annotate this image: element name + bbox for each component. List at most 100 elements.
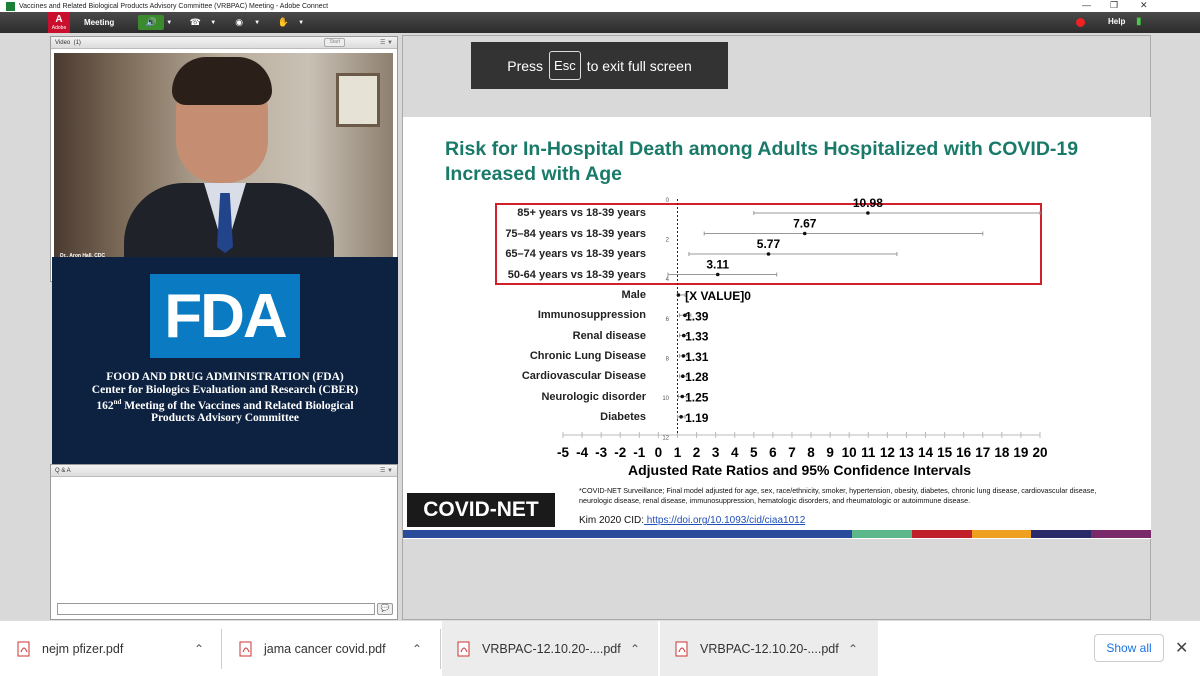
color-bar-segment [627, 530, 852, 538]
speaker-dropdown-icon[interactable]: ▼ [166, 20, 172, 26]
minimize-icon[interactable]: — [1082, 0, 1091, 10]
pdf-file-icon [456, 641, 472, 657]
pdf-file-icon [16, 641, 32, 657]
qa-pod-header: Q & A ☰ ▼ [51, 465, 397, 477]
speaker-hair [172, 57, 272, 105]
webcam-dropdown-icon[interactable]: ▼ [254, 20, 260, 26]
data-label: 3.11 [706, 258, 729, 272]
data-label: 10.98 [853, 196, 883, 210]
divider [221, 629, 222, 669]
covid-net-logo: COVID-NET [407, 493, 555, 527]
category-label: Renal disease [572, 329, 646, 342]
fda-line4: Products Advisory Committee [151, 412, 299, 425]
qa-pod-options-icon[interactable]: ☰ ▼ [380, 467, 393, 474]
data-label: 1.39 [685, 309, 709, 323]
chevron-up-icon[interactable]: ⌃ [412, 642, 422, 656]
x-tick-label: 15 [937, 445, 953, 460]
point-estimate [802, 231, 807, 236]
fullscreen-escape-banner: Press Esc to exit full screen [471, 42, 728, 89]
data-label: 1.19 [685, 411, 709, 425]
x-tick-label: 4 [730, 445, 739, 460]
download-item[interactable]: nejm pfizer.pdf ⌃ [16, 621, 216, 676]
help-menu[interactable]: Help [1108, 17, 1125, 26]
data-label: 7.67 [793, 217, 817, 231]
x-tick-label: 5 [750, 445, 758, 460]
download-item[interactable]: VRBPAC-12.10.20-....pdf ⌃ [660, 621, 878, 676]
x-tick-label: -5 [556, 445, 570, 460]
x-tick-label: 9 [826, 445, 834, 460]
send-question-icon[interactable]: 💬 [377, 603, 393, 615]
x-tick-label: 7 [788, 445, 796, 460]
citation-link[interactable]: https://doi.org/10.1093/cid/ciaa1012 [644, 515, 805, 526]
start-webcam-button[interactable]: Start [324, 38, 345, 47]
x-tick-label: 1 [673, 445, 682, 460]
point-estimate [715, 272, 720, 277]
presentation-slide: Risk for In-Hospital Death among Adults … [403, 117, 1151, 539]
slide-citation: Kim 2020 CID: https://doi.org/10.1093/ci… [579, 515, 806, 526]
category-label: Male [621, 289, 646, 301]
x-tick-label: 3 [711, 445, 720, 460]
x-tick-label: -2 [614, 445, 627, 460]
x-tick-label: -1 [633, 445, 646, 460]
forest-plot: 0 2 4 6 8 10 12 10.98 7.67 5.77 3.11 [X VALUE]0 1.39… [562, 196, 1041, 442]
close-window-icon[interactable]: ✕ [1140, 0, 1148, 11]
x-tick-label: 17 [975, 445, 991, 460]
qa-pod-title: Q & A [55, 467, 71, 474]
phone-icon[interactable]: ☎ [182, 15, 208, 30]
close-downloads-icon[interactable]: ✕ [1175, 638, 1188, 658]
download-filename: jama cancer covid.pdf [264, 641, 386, 656]
adobe-logo: A Adobe [48, 12, 70, 33]
qa-input[interactable] [57, 603, 375, 615]
restore-icon[interactable]: ❐ [1110, 0, 1118, 11]
status-dropdown-icon[interactable]: ▼ [298, 20, 304, 26]
data-label: 1.25 [685, 391, 709, 405]
x-tick-label: 8 [807, 445, 815, 460]
speaker-icon[interactable]: 🔊 [138, 15, 165, 30]
chevron-up-icon[interactable]: ⌃ [630, 642, 640, 656]
download-item[interactable]: VRBPAC-12.10.20-....pdf ⌃ [442, 621, 658, 676]
x-axis-title: Adjusted Rate Ratios and 95% Confidence … [628, 462, 972, 478]
pdf-file-icon [674, 641, 690, 657]
adobe-connect-menubar: A Adobe Meeting 🔊 ▼ ☎ ▼ ◉ ▼ ✋ ▼ Help ▮ [0, 12, 1200, 33]
point-estimate [679, 415, 683, 419]
fda-share-pod: FDA FOOD AND DRUG ADMINISTRATION (FDA) C… [52, 257, 398, 475]
x-tick-label: 6 [769, 445, 777, 460]
raise-hand-icon[interactable]: ✋ [270, 15, 296, 30]
x-tick-label: 14 [918, 445, 934, 460]
phone-dropdown-icon[interactable]: ▼ [210, 20, 216, 26]
fda-meeting-text: FOOD AND DRUG ADMINISTRATION (FDA) Cente… [52, 371, 398, 425]
webcam-video: Dr.. Aron Hall, CDC [54, 53, 393, 265]
x-tick-label: 16 [956, 445, 972, 460]
category-label: Immunosuppression [537, 309, 646, 322]
video-pod: Video (1) Start ☰ ▼ Dr.. Aron Hall, CDC [50, 36, 398, 282]
data-label: 1.31 [685, 350, 709, 364]
chevron-up-icon[interactable]: ⌃ [848, 642, 858, 656]
color-bar-segment [851, 530, 912, 538]
fda-line3: 162nd Meeting of the Vaccines and Relate… [96, 398, 354, 412]
slide-footnote: *COVID-NET Surveillance; Final model adj… [579, 486, 1097, 505]
x-tick-label: -3 [595, 445, 608, 460]
point-estimate [681, 374, 685, 379]
pod-options-icon[interactable]: ☰ ▼ [380, 39, 393, 46]
show-all-downloads-button[interactable]: Show all [1094, 634, 1164, 662]
y-axis-tick-label: 10 [662, 396, 669, 402]
color-bar-segment [1031, 530, 1092, 538]
category-label: 50-64 years vs 18-39 years [507, 268, 646, 281]
x-tick-label: 13 [898, 445, 914, 460]
banner-suffix: to exit full screen [586, 57, 692, 74]
webcam-icon[interactable]: ◉ [226, 15, 252, 30]
y-axis-tick-label: 2 [666, 238, 670, 244]
color-bar-segment [971, 530, 1032, 538]
y-axis-tick-label: 12 [662, 436, 669, 442]
qa-pod: Q & A ☰ ▼ 💬 [50, 464, 398, 620]
x-tick-label: 19 [1013, 445, 1029, 460]
chevron-up-icon[interactable]: ⌃ [194, 642, 204, 656]
meeting-menu[interactable]: Meeting [84, 18, 114, 27]
download-filename: VRBPAC-12.10.20-....pdf [700, 641, 839, 656]
download-filename: VRBPAC-12.10.20-....pdf [482, 641, 621, 656]
recording-indicator-icon [1076, 18, 1085, 27]
download-item[interactable]: jama cancer covid.pdf ⌃ [238, 621, 438, 676]
esc-key-label: Esc [549, 51, 581, 80]
category-label: 85+ years vs 18-39 years [517, 207, 646, 219]
fda-line2: Center for Biologics Evaluation and Rese… [91, 383, 359, 396]
